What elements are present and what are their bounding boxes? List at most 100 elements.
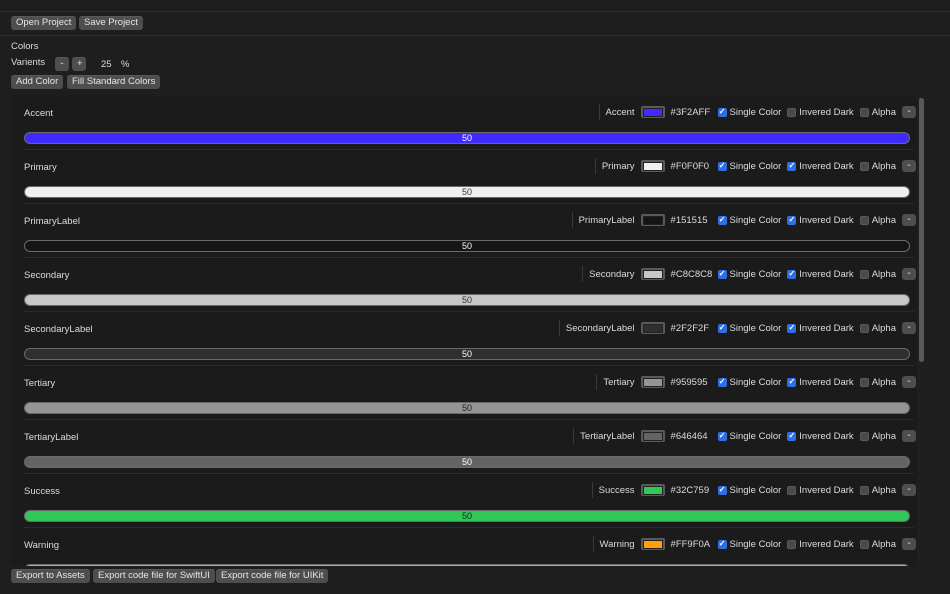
hex-value: #2F2F2F <box>670 322 710 334</box>
color-well[interactable] <box>640 430 665 442</box>
color-swatch <box>642 215 663 225</box>
checkbox-icon <box>859 161 869 171</box>
fill-standard-colors-button[interactable]: Fill Standard Colors <box>67 75 161 89</box>
color-name: Success <box>24 486 60 497</box>
checkbox-icon: ✓ <box>787 323 797 333</box>
color-well[interactable] <box>640 322 665 334</box>
single-color-checkbox[interactable]: ✓ Single Color <box>717 377 781 388</box>
slider-value: 50 <box>461 241 473 251</box>
remove-color-button[interactable]: - <box>902 538 916 550</box>
checkbox-icon: ✓ <box>717 485 727 495</box>
remove-color-button[interactable]: - <box>902 214 916 226</box>
alpha-checkbox[interactable]: Alpha <box>859 215 896 226</box>
remove-color-button[interactable]: - <box>902 376 916 388</box>
color-controls: SecondaryLabel #2F2F2F ✓ Single Color ✓ … <box>558 320 916 336</box>
add-color-button[interactable]: Add Color <box>11 75 64 89</box>
color-well[interactable] <box>640 106 665 118</box>
color-well[interactable] <box>640 538 665 550</box>
alpha-checkbox[interactable]: Alpha <box>859 160 896 172</box>
open-project-button[interactable]: Open Project <box>11 16 77 30</box>
remove-color-button[interactable]: - <box>902 106 916 118</box>
invert-dark-checkbox[interactable]: ✓ Invered Dark <box>787 161 854 172</box>
alpha-checkbox[interactable]: Alpha <box>859 107 896 118</box>
single-color-checkbox-label: Single Color <box>729 538 782 550</box>
variant-slider[interactable]: 50 <box>24 564 910 566</box>
color-list[interactable]: Accent Accent #3F2AFF ✓ Single Color Inv… <box>11 96 926 566</box>
color-name-field[interactable]: Success <box>599 485 635 496</box>
alpha-checkbox[interactable]: Alpha <box>859 377 896 388</box>
remove-color-button[interactable]: - <box>902 430 916 442</box>
save-project-button[interactable]: Save Project <box>79 16 143 30</box>
controls-divider <box>573 428 575 444</box>
remove-color-button[interactable]: - <box>902 268 916 280</box>
color-name: Primary <box>24 162 57 173</box>
color-name-field[interactable]: Secondary <box>589 269 634 280</box>
invert-dark-checkbox[interactable]: ✓ Invered Dark <box>787 322 854 334</box>
color-well[interactable] <box>640 376 665 388</box>
variant-slider[interactable]: 50 <box>24 186 910 198</box>
single-color-checkbox[interactable]: ✓ Single Color <box>717 431 781 442</box>
export-to-assets-button[interactable]: Export to Assets <box>11 569 90 583</box>
export-uikit-button[interactable]: Export code file for UIKit <box>216 569 329 583</box>
alpha-checkbox[interactable]: Alpha <box>859 431 896 442</box>
variants-value-field[interactable]: 25 <box>101 59 112 70</box>
variant-slider[interactable]: 50 <box>24 456 910 468</box>
color-name-field[interactable]: Tertiary <box>603 377 634 388</box>
colors-section-title: Colors <box>11 41 39 52</box>
invert-dark-checkbox[interactable]: Invered Dark <box>787 539 854 550</box>
color-swatch <box>642 269 663 279</box>
invert-dark-checkbox[interactable]: Invered Dark <box>787 485 854 496</box>
single-color-checkbox[interactable]: ✓ Single Color <box>717 538 782 550</box>
export-swiftui-button[interactable]: Export code file for SwiftUI <box>93 569 215 583</box>
invert-dark-checkbox[interactable]: ✓ Invered Dark <box>787 431 854 442</box>
single-color-checkbox[interactable]: ✓ Single Color <box>717 107 781 118</box>
variants-decrement-button[interactable]: - <box>55 57 69 71</box>
invert-dark-checkbox-label: Invered Dark <box>799 322 854 334</box>
invert-dark-checkbox[interactable]: ✓ Invered Dark <box>787 269 854 280</box>
color-name-field[interactable]: TertiaryLabel <box>580 431 634 442</box>
color-name-field[interactable]: PrimaryLabel <box>579 215 635 226</box>
single-color-checkbox[interactable]: ✓ Single Color <box>717 323 781 334</box>
alpha-checkbox[interactable]: Alpha <box>859 269 896 280</box>
variant-slider[interactable]: 50 <box>24 294 910 306</box>
remove-color-button[interactable]: - <box>902 160 916 172</box>
color-controls: Tertiary #959595 ✓ Single Color ✓ Invere… <box>596 374 916 390</box>
single-color-checkbox[interactable]: ✓ Single Color <box>717 161 781 172</box>
variant-slider[interactable]: 50 <box>24 132 910 144</box>
alpha-checkbox[interactable]: Alpha <box>859 539 896 550</box>
checkbox-icon <box>859 107 869 117</box>
remove-color-button[interactable]: - <box>902 484 916 496</box>
alpha-checkbox[interactable]: Alpha <box>859 485 896 496</box>
color-name-field[interactable]: SecondaryLabel <box>566 323 635 334</box>
invert-dark-checkbox[interactable]: ✓ Invered Dark <box>787 215 854 226</box>
variants-increment-button[interactable]: + <box>72 57 86 71</box>
remove-color-button[interactable]: - <box>902 322 916 334</box>
variant-slider[interactable]: 50 <box>24 510 910 522</box>
single-color-checkbox[interactable]: ✓ Single Color <box>717 269 781 280</box>
alpha-checkbox[interactable]: Alpha <box>859 323 896 334</box>
list-scrollbar[interactable] <box>917 96 926 566</box>
single-color-checkbox[interactable]: ✓ Single Color <box>717 485 781 496</box>
single-color-checkbox[interactable]: ✓ Single Color <box>717 215 781 226</box>
hex-value: #151515 <box>670 214 708 226</box>
checkbox-icon: ✓ <box>717 269 727 279</box>
invert-dark-checkbox[interactable]: Invered Dark <box>787 106 854 118</box>
scrollbar-thumb[interactable] <box>919 98 924 362</box>
color-name-field[interactable]: Primary <box>602 161 635 172</box>
color-well[interactable] <box>640 268 665 280</box>
checkbox-icon <box>787 485 797 495</box>
color-name-field[interactable]: Warning <box>600 539 635 550</box>
color-well[interactable] <box>640 160 665 172</box>
color-controls: Secondary #C8C8C8 ✓ Single Color ✓ Inver… <box>582 266 916 282</box>
color-row: Primary Primary #F0F0F0 ✓ Single Color ✓… <box>11 150 926 204</box>
invert-dark-checkbox-label: Invered Dark <box>799 106 854 118</box>
alpha-checkbox-label: Alpha <box>871 160 896 172</box>
variant-slider[interactable]: 50 <box>24 402 910 414</box>
color-row: TertiaryLabel TertiaryLabel #646464 ✓ Si… <box>11 420 926 474</box>
variant-slider[interactable]: 50 <box>24 348 910 360</box>
color-well[interactable] <box>640 484 665 496</box>
color-name-field[interactable]: Accent <box>606 107 635 118</box>
variant-slider[interactable]: 50 <box>24 240 910 252</box>
color-well[interactable] <box>640 214 665 226</box>
invert-dark-checkbox[interactable]: ✓ Invered Dark <box>787 377 854 388</box>
